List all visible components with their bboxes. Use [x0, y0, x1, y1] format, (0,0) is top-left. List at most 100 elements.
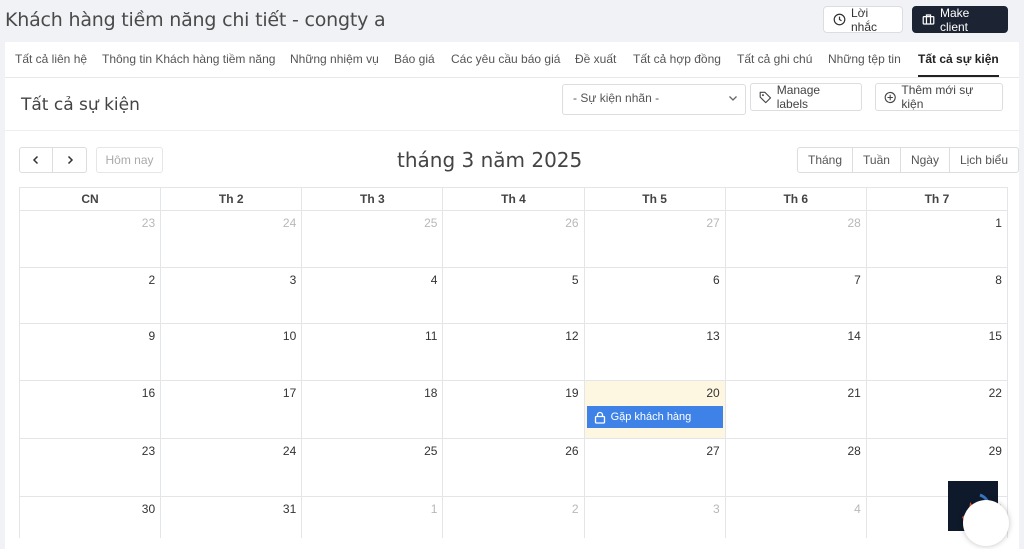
calendar-day[interactable]: 21 — [724, 381, 866, 438]
calendar-nav — [19, 147, 87, 173]
calendar-day[interactable]: 9 — [20, 324, 160, 380]
prev-month-button[interactable] — [19, 147, 53, 173]
calendar-day[interactable]: 27 — [583, 211, 725, 267]
calendar-day[interactable]: 22 — [865, 381, 1007, 438]
calendar-day[interactable]: 10 — [160, 324, 301, 380]
calendar-day[interactable]: 24 — [160, 211, 301, 267]
day-number: 18 — [424, 386, 438, 400]
day-number: 19 — [565, 386, 579, 400]
day-number: 26 — [565, 216, 579, 230]
day-number: 5 — [571, 273, 579, 287]
weekday-label: Th 6 — [724, 188, 866, 210]
calendar-day[interactable]: 6 — [583, 268, 725, 323]
tab-bar: Tất cả liên hệ Thông tin Khách hàng tiềm… — [5, 42, 1019, 78]
calendar-day[interactable]: 7 — [724, 268, 866, 323]
clock-icon — [833, 13, 846, 26]
calendar-day[interactable]: 26 — [442, 211, 583, 267]
calendar-event[interactable]: Gặp khách hàng — [586, 406, 723, 428]
calendar-day[interactable]: 4 — [724, 497, 866, 538]
day-number: 2 — [571, 502, 579, 516]
weekday-header: CN Th 2 Th 3 Th 4 Th 5 Th 6 Th 7 — [19, 187, 1008, 210]
weekday-label: Th 5 — [583, 188, 725, 210]
chat-widget-button[interactable] — [963, 500, 1009, 546]
calendar-week: 2 3 4 5 6 7 8 — [19, 267, 1008, 323]
calendar-day[interactable]: 23 — [20, 439, 160, 496]
calendar-grid: CN Th 2 Th 3 Th 4 Th 5 Th 6 Th 7 23 24 25 2… — [19, 187, 1008, 538]
calendar-day[interactable]: 2 — [442, 497, 583, 538]
calendar-day[interactable]: 24 — [160, 439, 301, 496]
calendar-day-today[interactable]: 20 Gặp khách hàng — [583, 381, 725, 438]
view-week-button[interactable]: Tuần — [852, 148, 900, 172]
tab-notes[interactable]: Tất cả ghi chú — [737, 42, 812, 78]
events-card: Tất cả sự kiện - Sự kiện nhãn - Manage l… — [5, 78, 1019, 549]
calendar-title: tháng 3 năm 2025 — [397, 148, 583, 172]
calendar-week: 23 24 25 26 27 28 29 — [19, 438, 1008, 496]
calendar-day[interactable]: 30 — [20, 497, 160, 538]
calendar-day[interactable]: 18 — [301, 381, 442, 438]
tab-estimate-requests[interactable]: Các yêu cầu báo giá — [451, 42, 560, 78]
day-number: 12 — [565, 329, 579, 343]
calendar-day[interactable]: 15 — [865, 324, 1007, 380]
weekday-label: Th 3 — [301, 188, 442, 210]
tab-estimates[interactable]: Báo giá — [394, 42, 435, 78]
next-month-button[interactable] — [53, 147, 87, 173]
chevron-left-icon — [32, 155, 39, 165]
calendar-day[interactable]: 17 — [160, 381, 301, 438]
calendar-day[interactable]: 2 — [20, 268, 160, 323]
calendar-day[interactable]: 8 — [865, 268, 1007, 323]
day-number: 25 — [424, 444, 438, 458]
calendar-day[interactable]: 28 — [724, 439, 866, 496]
day-number: 24 — [282, 444, 297, 458]
tab-lead-info[interactable]: Thông tin Khách hàng tiềm năng — [102, 42, 275, 78]
calendar-day[interactable]: 3 — [160, 268, 301, 323]
day-number: 6 — [713, 273, 720, 287]
view-switcher: Tháng Tuần Ngày Lịch biểu — [797, 147, 1019, 173]
manage-labels-button[interactable]: Manage labels — [750, 83, 862, 111]
make-client-button[interactable]: Make client — [912, 6, 1008, 34]
tab-contracts[interactable]: Tất cả hợp đồng — [633, 42, 721, 78]
day-number: 21 — [847, 386, 861, 400]
lock-icon — [594, 411, 605, 424]
calendar-week: 16 17 18 19 20 Gặp khách hàng 21 22 — [19, 380, 1008, 438]
calendar-day[interactable]: 12 — [442, 324, 583, 380]
day-number: 15 — [988, 329, 1002, 343]
tab-contacts[interactable]: Tất cả liên hệ — [15, 42, 87, 78]
calendar-day[interactable]: 19 — [442, 381, 583, 438]
calendar-day[interactable]: 23 — [20, 211, 160, 267]
calendar-day[interactable]: 26 — [442, 439, 583, 496]
calendar-day[interactable]: 4 — [301, 268, 442, 323]
calendar-day[interactable]: 25 — [301, 211, 442, 267]
calendar-day[interactable]: 11 — [301, 324, 442, 380]
calendar-day[interactable]: 31 — [160, 497, 301, 538]
calendar-day[interactable]: 5 — [442, 268, 583, 323]
tab-files[interactable]: Những tệp tin — [828, 42, 901, 78]
calendar-day[interactable]: 27 — [583, 439, 725, 496]
briefcase-icon — [922, 14, 935, 25]
calendar-day[interactable]: 25 — [301, 439, 442, 496]
event-label-select-value: - Sự kiện nhãn - — [573, 91, 660, 105]
event-label-select[interactable]: - Sự kiện nhãn - — [562, 84, 746, 115]
view-day-button[interactable]: Ngày — [899, 148, 949, 172]
events-card-header: Tất cả sự kiện - Sự kiện nhãn - Manage l… — [5, 78, 1019, 131]
view-month-button[interactable]: Tháng — [798, 148, 852, 172]
calendar-day[interactable]: 16 — [20, 381, 160, 438]
calendar-day[interactable]: 28 — [724, 211, 866, 267]
day-number: 1 — [995, 216, 1002, 230]
calendar-day[interactable]: 1 — [865, 211, 1007, 267]
day-number: 25 — [424, 216, 438, 230]
calendar-day[interactable]: 3 — [583, 497, 725, 538]
add-event-button[interactable]: Thêm mới sự kiện — [875, 83, 1003, 111]
reminder-button[interactable]: Lời nhắc — [823, 6, 903, 34]
day-number: 22 — [988, 386, 1002, 400]
day-number: 24 — [282, 216, 297, 230]
today-button[interactable]: Hôm nay — [96, 147, 163, 173]
calendar-day[interactable]: 13 — [583, 324, 725, 380]
tab-events[interactable]: Tất cả sự kiện — [918, 42, 999, 78]
calendar-day[interactable]: 14 — [724, 324, 866, 380]
view-agenda-button[interactable]: Lịch biểu — [948, 148, 1018, 172]
calendar-day[interactable]: 1 — [301, 497, 442, 538]
tab-tasks[interactable]: Những nhiệm vụ — [290, 42, 379, 78]
day-number: 29 — [988, 444, 1002, 458]
tab-proposals[interactable]: Đề xuất — [575, 42, 616, 78]
day-number: 1 — [430, 502, 438, 516]
